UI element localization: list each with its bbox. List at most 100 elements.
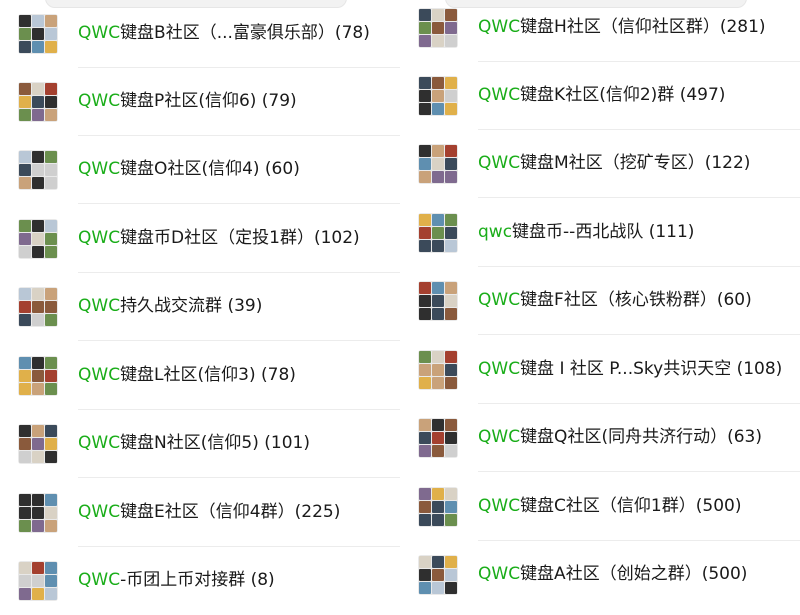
avatar-tile xyxy=(19,588,31,600)
avatar-tile xyxy=(45,164,57,176)
avatar-tile xyxy=(432,582,444,594)
avatar-tile xyxy=(32,177,44,189)
avatar-tile xyxy=(419,240,431,252)
avatar-tile xyxy=(445,445,457,457)
row-divider xyxy=(478,471,800,472)
avatar-tile xyxy=(419,377,431,389)
avatar-tile xyxy=(432,103,444,115)
group-chat-row[interactable]: QWC持久战交流群 (39) xyxy=(0,273,400,341)
avatar-tile xyxy=(432,214,444,226)
group-chat-row[interactable]: QWC键盘Q社区(同舟共济行动）(63) xyxy=(400,404,800,472)
avatar-tile xyxy=(19,425,31,437)
avatar-tile xyxy=(32,562,44,574)
group-chat-row[interactable]: QWC-币团上币对接群 (8) xyxy=(0,547,400,615)
group-chat-row[interactable]: QWC键盘K社区(信仰2)群 (497) xyxy=(400,62,800,130)
avatar-tile xyxy=(32,438,44,450)
avatar-tile xyxy=(45,233,57,245)
avatar-tile xyxy=(32,233,44,245)
avatar-tile xyxy=(19,28,31,40)
avatar-tile xyxy=(45,588,57,600)
group-chat-row[interactable]: QWC键盘E社区（信仰4群）(225) xyxy=(0,479,400,547)
avatar-tile xyxy=(419,214,431,226)
row-divider xyxy=(78,477,400,478)
avatar-tile xyxy=(19,314,31,326)
avatar-tile xyxy=(19,507,31,519)
avatar-tile xyxy=(432,377,444,389)
row-divider xyxy=(78,340,400,341)
avatar-tile xyxy=(45,562,57,574)
avatar-tile xyxy=(19,288,31,300)
avatar-tile xyxy=(19,151,31,163)
group-name: QWC键盘N社区(信仰5) (101) xyxy=(78,433,310,453)
avatar-tile xyxy=(445,569,457,581)
avatar-tile xyxy=(445,103,457,115)
avatar-tile xyxy=(19,220,31,232)
group-name: QWC键盘M社区（挖矿专区）(122) xyxy=(478,153,751,173)
avatar-tile xyxy=(19,96,31,108)
avatar-tile xyxy=(419,22,431,34)
avatar-tile xyxy=(445,240,457,252)
group-chat-row[interactable]: QWC键盘N社区(信仰5) (101) xyxy=(0,410,400,478)
group-name: QWC键盘K社区(信仰2)群 (497) xyxy=(478,85,726,105)
avatar-tile xyxy=(45,220,57,232)
avatar-tile xyxy=(419,308,431,320)
avatar-tile xyxy=(45,494,57,506)
avatar-tile xyxy=(445,556,457,568)
avatar-tile xyxy=(445,158,457,170)
group-chat-row[interactable]: qwc键盘币--西北战队 (111) xyxy=(400,199,800,267)
group-chat-row[interactable]: QWC键盘F社区（核心铁粉群）(60) xyxy=(400,267,800,335)
group-avatar-grid-icon xyxy=(18,561,58,601)
avatar-tile xyxy=(19,575,31,587)
avatar-tile xyxy=(432,282,444,294)
group-chat-row[interactable]: QWC键盘P社区(信仰6) (79) xyxy=(0,68,400,136)
avatar-tile xyxy=(32,15,44,27)
row-divider xyxy=(478,334,800,335)
group-chat-row[interactable]: QWC键盘 I 社区 P...Sky共识天空 (108) xyxy=(400,336,800,404)
group-name: QWC-币团上币对接群 (8) xyxy=(78,570,275,590)
group-name: QWC键盘O社区(信仰4) (60) xyxy=(78,159,300,179)
avatar-tile xyxy=(45,438,57,450)
group-chat-row[interactable]: QWC键盘H社区（信仰社区群）(281) xyxy=(400,0,800,62)
avatar-tile xyxy=(19,438,31,450)
avatar-tile xyxy=(432,308,444,320)
avatar-tile xyxy=(432,240,444,252)
row-divider xyxy=(478,197,800,198)
avatar-tile xyxy=(419,569,431,581)
avatar-tile xyxy=(19,301,31,313)
avatar-tile xyxy=(32,288,44,300)
group-chat-row[interactable]: QWC键盘币D社区（定投1群）(102) xyxy=(0,205,400,273)
avatar-tile xyxy=(32,425,44,437)
avatar-tile xyxy=(432,145,444,157)
avatar-tile xyxy=(45,96,57,108)
avatar-tile xyxy=(32,520,44,532)
avatar-tile xyxy=(32,507,44,519)
avatar-tile xyxy=(19,451,31,463)
group-chat-row[interactable]: QWC键盘C社区（信仰1群）(500) xyxy=(400,473,800,541)
avatar-tile xyxy=(45,357,57,369)
avatar-tile xyxy=(432,35,444,47)
avatar-tile xyxy=(32,109,44,121)
group-name: QWC键盘C社区（信仰1群）(500) xyxy=(478,496,742,516)
avatar-tile xyxy=(445,282,457,294)
group-chat-row[interactable]: QWC键盘B社区（...富豪俱乐部）(78) xyxy=(0,0,400,68)
avatar-tile xyxy=(445,77,457,89)
avatar-tile xyxy=(32,83,44,95)
group-avatar-grid-icon xyxy=(18,287,58,327)
group-chat-row[interactable]: QWC键盘M社区（挖矿专区）(122) xyxy=(400,130,800,198)
avatar-tile xyxy=(32,220,44,232)
avatar-tile xyxy=(419,77,431,89)
avatar-tile xyxy=(45,288,57,300)
group-chat-row[interactable]: QWC键盘A社区（创始之群）(500) xyxy=(400,541,800,609)
group-avatar-grid-icon xyxy=(418,144,458,184)
avatar-tile xyxy=(32,41,44,53)
group-chat-row[interactable]: QWC键盘O社区(信仰4) (60) xyxy=(0,136,400,204)
avatar-tile xyxy=(32,357,44,369)
avatar-tile xyxy=(45,383,57,395)
avatar-tile xyxy=(419,282,431,294)
group-avatar-grid-icon xyxy=(18,356,58,396)
avatar-tile xyxy=(445,488,457,500)
avatar-tile xyxy=(419,488,431,500)
avatar-tile xyxy=(419,145,431,157)
group-chat-row[interactable]: QWC键盘L社区(信仰3) (78) xyxy=(0,342,400,410)
group-avatar-grid-icon xyxy=(18,82,58,122)
